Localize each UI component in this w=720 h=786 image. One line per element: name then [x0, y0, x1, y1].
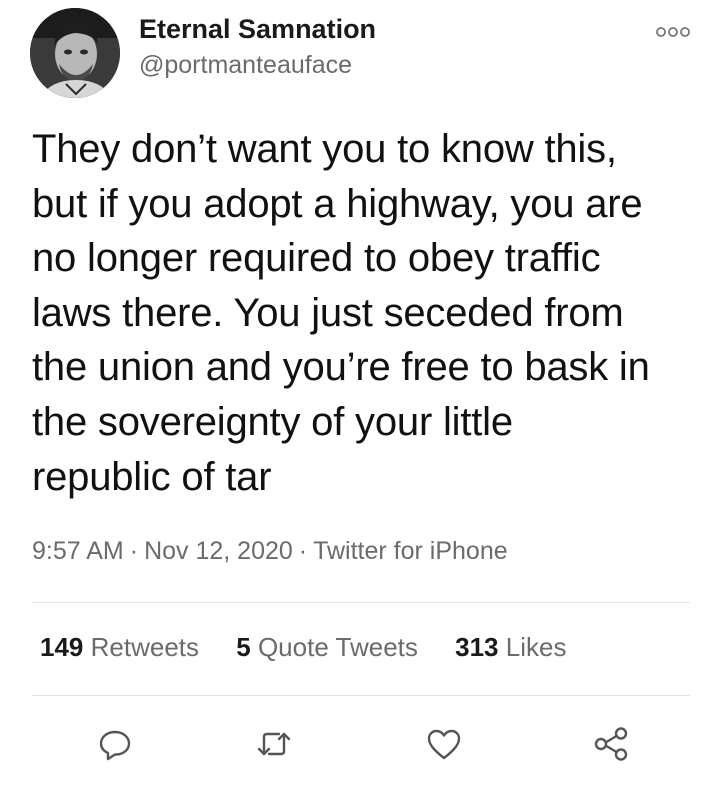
tweet-source[interactable]: Twitter for iPhone — [313, 537, 508, 565]
tweet-card: Eternal Samnation @portmanteauface They … — [0, 0, 720, 786]
tweet-text: They don’t want you to know this, but if… — [32, 127, 650, 499]
divider — [32, 695, 690, 696]
retweets-count: 149 — [40, 632, 84, 662]
author-handle[interactable]: @portmanteauface — [139, 51, 352, 80]
retweet-icon[interactable] — [255, 725, 293, 763]
quote-tweets-stat[interactable]: 5 Quote Tweets — [236, 632, 418, 663]
quote-tweets-label: Quote Tweets — [257, 632, 418, 662]
retweets-stat[interactable]: 149 Retweets — [40, 632, 199, 663]
likes-count: 313 — [455, 632, 499, 662]
divider — [32, 602, 690, 603]
like-icon[interactable] — [425, 725, 463, 763]
avatar[interactable] — [30, 8, 120, 98]
author-display-name[interactable]: Eternal Samnation — [139, 14, 376, 45]
tweet-time[interactable]: 9:57 AM — [32, 537, 124, 565]
likes-label: Likes — [505, 632, 567, 662]
share-icon[interactable] — [592, 725, 630, 763]
engagement-stats: 149 Retweets 5 Quote Tweets 313 Likes — [40, 632, 596, 663]
quote-tweets-count: 5 — [236, 632, 251, 662]
reply-icon[interactable] — [96, 725, 134, 763]
more-options-icon[interactable] — [653, 20, 693, 44]
meta-separator: · — [298, 537, 308, 565]
likes-stat[interactable]: 313 Likes — [455, 632, 566, 663]
tweet-date[interactable]: Nov 12, 2020 — [144, 537, 293, 565]
meta-separator: · — [129, 537, 139, 565]
tweet-metadata: 9:57 AM · Nov 12, 2020 · Twitter for iPhone — [32, 537, 508, 566]
retweets-label: Retweets — [90, 632, 200, 662]
profile-photo-icon — [30, 8, 120, 98]
